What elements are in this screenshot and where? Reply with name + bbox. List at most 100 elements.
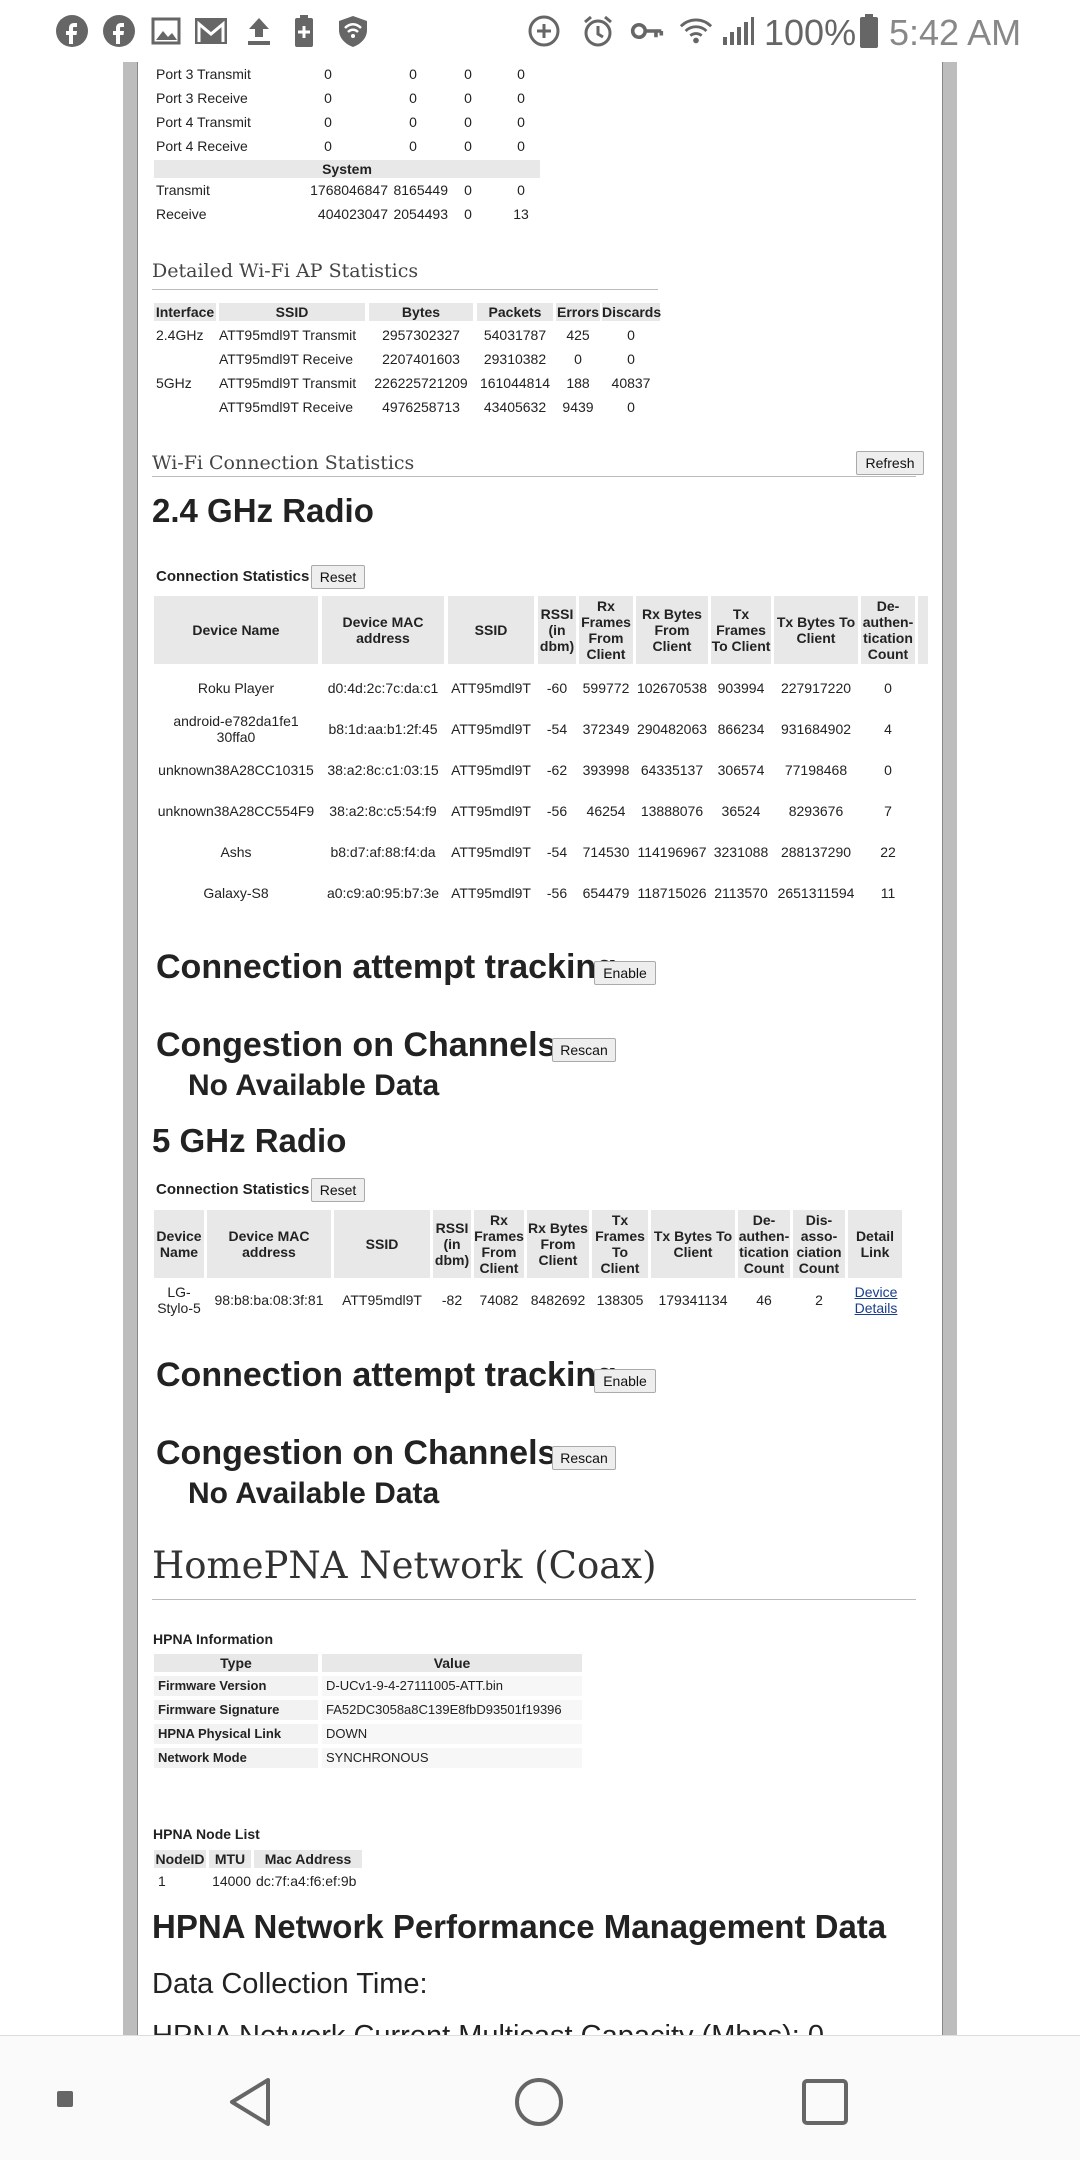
table-cell: 74082 <box>479 1292 519 1308</box>
table-cell: 102670538 <box>636 680 708 696</box>
table-row-label: Receive <box>156 206 207 222</box>
battery-saver-icon <box>287 14 321 48</box>
table-cell: 40837 <box>611 375 651 391</box>
table-cell: 306574 <box>717 762 765 778</box>
gmail-icon <box>194 14 228 48</box>
table-cell: 393998 <box>582 762 630 778</box>
signal-icon <box>721 14 755 48</box>
table-cell: b8:d7:af:88:f4:da <box>330 844 436 860</box>
table-cell: 46 <box>756 1292 772 1308</box>
divider <box>152 289 658 290</box>
column-header: Device Name <box>154 1210 204 1278</box>
device-details-link[interactable]: Device Details <box>854 1284 898 1316</box>
table-cell: Galaxy-S8 <box>203 885 269 901</box>
table-cell: 8482692 <box>530 1292 586 1308</box>
facebook-icon <box>55 14 89 48</box>
column-header: SSID <box>334 1210 430 1278</box>
table-cell: 0 <box>517 114 525 130</box>
system-header: System <box>154 160 540 178</box>
table-cell: 36524 <box>721 803 761 819</box>
table-cell: 2 <box>815 1292 823 1308</box>
congestion-title-24: Congestion on Channels <box>156 1026 557 1064</box>
status-bar: 100% 5:42 AM <box>0 0 1080 62</box>
column-header: De-authen-tication Count <box>861 596 915 664</box>
table-cell: ATT95mdl9T <box>342 1292 422 1308</box>
table-cell: unknown38A28CC554F9 <box>157 803 315 819</box>
column-header: RSSI (in dbm) <box>433 1210 471 1278</box>
table-cell: ATT95mdl9T <box>451 844 531 860</box>
rescan-button-24[interactable]: Rescan <box>552 1038 616 1062</box>
radio-5-title: 5 GHz Radio <box>152 1122 347 1159</box>
table-cell: 4976258713 <box>382 399 460 415</box>
table-cell: 13 <box>513 206 529 222</box>
recents-dot-icon[interactable] <box>57 2091 73 2107</box>
rescan-button-5[interactable]: Rescan <box>552 1446 616 1470</box>
table-cell: -60 <box>546 680 568 696</box>
table-cell: 29310382 <box>483 351 547 367</box>
table-cell: ATT95mdl9T Transmit <box>219 327 357 343</box>
column-header: Tx Frames To Client <box>711 596 771 664</box>
column-header: RSSI (in dbm) <box>538 596 576 664</box>
table-cell: Firmware Version <box>154 1676 318 1696</box>
radio-24-title: 2.4 GHz Radio <box>152 492 374 529</box>
data-saver-icon <box>527 14 561 48</box>
table-row-label: Port 3 Receive <box>156 90 248 106</box>
column-header: Value <box>322 1654 582 1672</box>
table-cell: D-UCv1-9-4-27111005-ATT.bin <box>322 1676 582 1696</box>
table-cell: ATT95mdl9T Receive <box>219 351 354 367</box>
table-cell: -54 <box>546 721 568 737</box>
router-stats-page: Port 3 Transmit 0 0 0 0 Port 3 Receive 0… <box>137 62 943 2037</box>
table-cell: -56 <box>546 803 568 819</box>
conn-stats-label: Connection Statistics <box>156 568 310 585</box>
table-cell: ATT95mdl9T <box>451 803 531 819</box>
enable-button-5[interactable]: Enable <box>594 1369 656 1393</box>
table-cell: 0 <box>517 182 525 198</box>
table-cell: ATT95mdl9T <box>451 721 531 737</box>
refresh-button[interactable]: Refresh <box>856 451 924 475</box>
table-cell: 13888076 <box>640 803 704 819</box>
column-header: Rx Frames From Client <box>579 596 633 664</box>
table-cell: 372349 <box>582 721 630 737</box>
table-cell: unknown38A28CC10315 <box>158 762 314 778</box>
table-cell: ATT95mdl9T Receive <box>219 399 354 415</box>
column-header: NodeID <box>154 1850 206 1868</box>
table-cell: -54 <box>546 844 568 860</box>
hpna-info-label: HPNA Information <box>153 1631 274 1647</box>
table-cell: a0:c9:a0:95:b7:3e <box>326 885 440 901</box>
enable-button-24[interactable]: Enable <box>594 961 656 985</box>
alarm-icon <box>581 14 615 48</box>
navigation-bar <box>0 2035 1080 2160</box>
column-header: SSID <box>448 596 534 664</box>
table-row-label: Port 3 Transmit <box>156 66 251 82</box>
table-cell: 43405632 <box>483 399 547 415</box>
table-cell: 98:b8:ba:08:3f:81 <box>214 1292 324 1308</box>
table-cell: 5GHz <box>156 375 192 391</box>
section-title-wifi-ap: Detailed Wi-Fi AP Statistics <box>152 260 419 282</box>
table-cell: 4 <box>884 721 892 737</box>
back-icon[interactable] <box>226 2076 274 2133</box>
shield-wifi-icon <box>336 14 370 48</box>
table-cell: 0 <box>464 66 472 82</box>
home-icon[interactable] <box>513 2076 565 2133</box>
reset-button-5[interactable]: Reset <box>311 1178 365 1202</box>
hpna-perf-title: HPNA Network Performance Management Data <box>152 1908 887 1945</box>
table-cell: 0 <box>409 138 417 154</box>
table-cell: d0:4d:2c:7c:da:c1 <box>327 680 439 696</box>
table-cell: 0 <box>574 351 582 367</box>
column-header: Device MAC address <box>207 1210 331 1278</box>
column-header: Type <box>154 1654 318 1672</box>
section-title-wifi-conn: Wi-Fi Connection Statistics <box>152 452 415 474</box>
reset-button-24[interactable]: Reset <box>311 565 365 589</box>
table-cell: 114196967 <box>637 844 707 860</box>
column-header: Rx Bytes From Client <box>527 1210 589 1278</box>
table-cell: Network Mode <box>154 1748 318 1768</box>
column-header: Bytes <box>369 303 473 321</box>
table-cell: -82 <box>441 1292 463 1308</box>
overview-icon[interactable] <box>801 2078 849 2131</box>
table-row-label: Transmit <box>156 182 210 198</box>
table-cell: -62 <box>546 762 568 778</box>
browser-viewport[interactable]: Port 3 Transmit 0 0 0 0 Port 3 Receive 0… <box>123 62 957 2037</box>
collection-time-label: Data Collection Time: <box>152 1968 428 2000</box>
no-data-text-24: No Available Data <box>188 1069 440 1102</box>
table-cell: 0 <box>324 66 332 82</box>
